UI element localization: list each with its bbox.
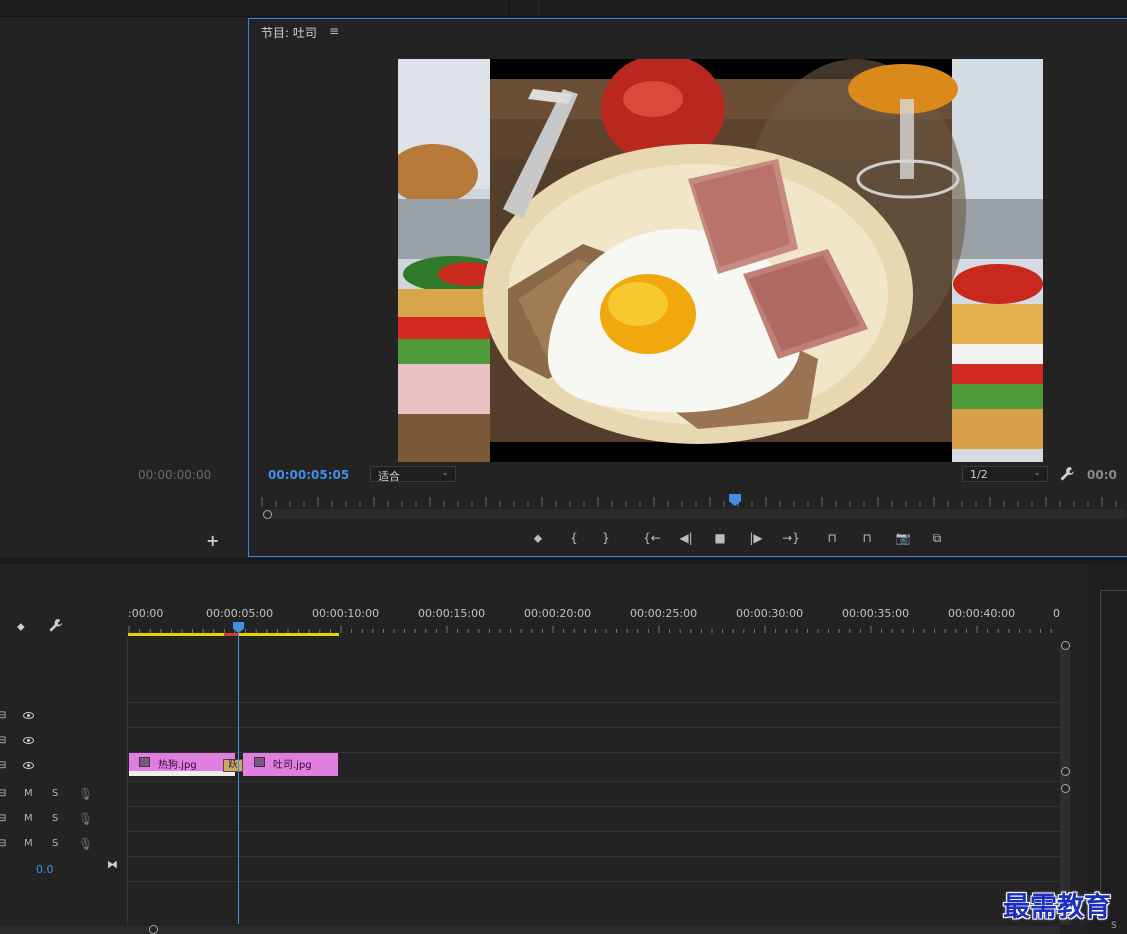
extract-button[interactable]: ⊓ — [858, 530, 876, 546]
panel-menu-icon[interactable]: ≡ — [329, 24, 339, 38]
ruler-label: :00:00 — [128, 607, 164, 620]
comparison-view-button[interactable]: ⧉ — [928, 530, 946, 546]
add-button[interactable]: + — [206, 531, 219, 550]
source-timecode[interactable]: 00:00:00:00 — [138, 468, 211, 482]
sync-lock-icon[interactable]: ⊟ — [0, 838, 6, 849]
track-area[interactable] — [128, 637, 1060, 927]
toggle-track-output-eye-icon[interactable] — [23, 712, 34, 719]
go-to-in-button[interactable]: {← — [643, 530, 661, 546]
step-back-button[interactable]: ◀| — [677, 530, 695, 546]
sync-lock-icon[interactable]: ⊟ — [0, 710, 6, 721]
ruler-label: 00:00:20:00 — [524, 607, 592, 620]
ruler-label: 00:00:10:00 — [312, 607, 380, 620]
export-frame-button[interactable]: 📷 — [894, 530, 912, 546]
resolution-value: 1/2 — [970, 468, 988, 481]
stop-button[interactable]: ■ — [711, 530, 729, 546]
scroll-handle-audio[interactable] — [1061, 784, 1070, 793]
audio-meter-panel: S — [1087, 564, 1127, 934]
mute-track-button[interactable]: M — [24, 788, 33, 799]
program-time-ruler[interactable] — [260, 495, 1127, 509]
scroll-handle-top[interactable] — [1061, 641, 1070, 650]
program-monitor-title[interactable]: 节目: 吐司 — [261, 24, 317, 41]
toggle-track-output-eye-icon[interactable] — [23, 737, 34, 744]
voiceover-record-icon[interactable]: 🎙 — [78, 812, 93, 826]
mark-out-button[interactable]: } — [597, 530, 615, 546]
transition-block[interactable]: 跃 — [223, 759, 243, 772]
chevron-down-icon: ⌄ — [441, 468, 449, 478]
ruler-label: 00:00:30:00 — [736, 607, 804, 620]
zoom-level-value: 适合 — [378, 470, 400, 483]
ruler-label: 00:00:25:00 — [630, 607, 698, 620]
go-to-out-button[interactable]: →} — [782, 530, 800, 546]
duration-timecode: 00:0 — [1087, 468, 1117, 482]
ruler-label: 00:00:15:00 — [418, 607, 486, 620]
clip-label: 吐司.jpg — [273, 760, 312, 771]
top-panel-strip — [0, 0, 1127, 17]
toggle-track-output-eye-icon[interactable] — [23, 762, 34, 769]
ruler-label: 00:00:40:00 — [948, 607, 1016, 620]
playback-resolution-select[interactable]: 1/2 ⌄ — [962, 466, 1048, 482]
master-track-icon[interactable]: ⧓ — [107, 858, 118, 871]
add-marker-icon[interactable]: ⬥ — [17, 620, 25, 634]
clip-toast[interactable]: 吐司.jpg — [243, 753, 338, 776]
image-clip-icon — [254, 757, 265, 767]
add-marker-button[interactable]: ⬥ — [529, 530, 547, 546]
timeline-horizontal-scrollbar[interactable] — [0, 926, 1060, 934]
chevron-down-icon: ⌄ — [1033, 468, 1041, 478]
wrench-icon[interactable] — [1059, 466, 1075, 485]
mute-track-button[interactable]: M — [24, 813, 33, 824]
scroll-handle-mid[interactable] — [1061, 767, 1070, 776]
lift-button[interactable]: ⊓ — [823, 530, 841, 546]
solo-track-button[interactable]: S — [52, 788, 58, 799]
image-clip-icon — [139, 757, 150, 767]
watermark-logo: 最需教育 — [1003, 892, 1111, 923]
timeline-settings-wrench-icon[interactable] — [48, 618, 63, 636]
program-zoom-scrollbar[interactable] — [262, 509, 1127, 519]
master-volume-value[interactable]: 0.0 — [36, 863, 54, 876]
video-preview — [398, 59, 1043, 462]
program-playhead-timecode[interactable]: 00:00:05:05 — [268, 468, 349, 482]
solo-track-button[interactable]: S — [52, 813, 58, 824]
sync-lock-icon[interactable]: ⊟ — [0, 788, 6, 799]
sync-lock-icon[interactable]: ⊟ — [0, 735, 6, 746]
zoom-level-select[interactable]: 适合 ⌄ — [370, 466, 456, 483]
voiceover-record-icon[interactable]: 🎙 — [78, 787, 93, 801]
ruler-label: 00:00:35:00 — [842, 607, 910, 620]
video-frame-image — [398, 59, 1043, 462]
sync-lock-icon[interactable]: ⊟ — [0, 760, 6, 771]
timeline-playhead-line[interactable] — [238, 630, 239, 924]
mute-track-button[interactable]: M — [24, 838, 33, 849]
clip-hotdog[interactable]: 热狗.jpg — [129, 753, 235, 776]
mark-in-button[interactable]: { — [565, 530, 583, 546]
ruler-label: 00:00:05:00 — [206, 607, 274, 620]
voiceover-record-icon[interactable]: 🎙 — [78, 837, 93, 851]
sync-lock-icon[interactable]: ⊟ — [0, 813, 6, 824]
hscroll-handle[interactable] — [149, 925, 158, 934]
render-bar — [224, 633, 238, 636]
solo-track-button[interactable]: S — [52, 838, 58, 849]
ruler-label: 0 — [1053, 607, 1060, 620]
clip-label: 热狗.jpg — [158, 760, 197, 771]
step-forward-button[interactable]: |▶ — [747, 530, 765, 546]
track-header-divider — [127, 637, 128, 927]
scrollbar-handle[interactable] — [263, 510, 272, 519]
